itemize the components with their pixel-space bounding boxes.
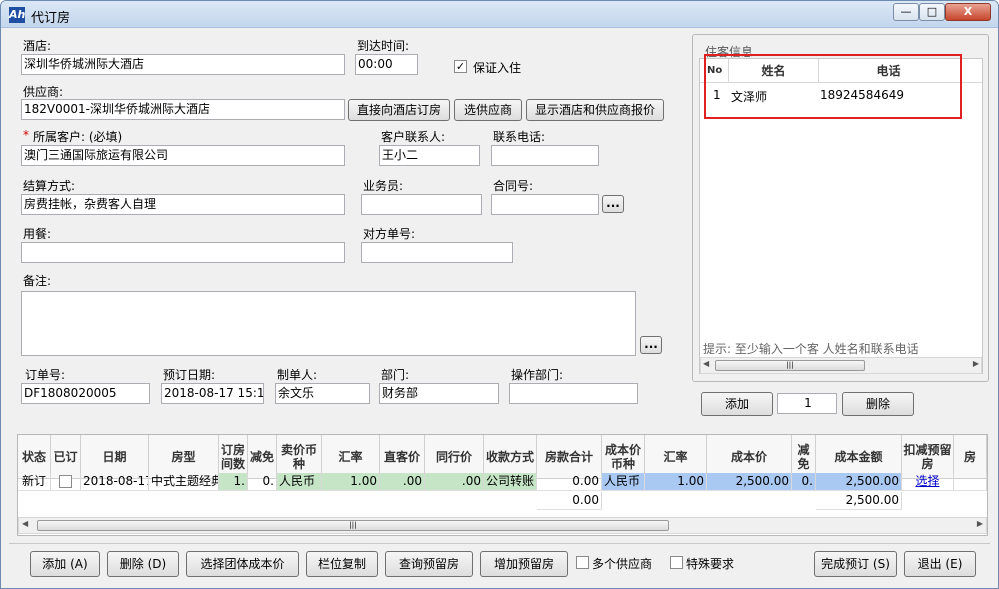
booking-date-input[interactable]: 2018-08-17 15:10 xyxy=(161,383,264,404)
guest-count-input[interactable]: 1 xyxy=(777,393,837,414)
op-dept-input[interactable] xyxy=(509,383,638,404)
footer-divider xyxy=(9,543,990,544)
meal-input[interactable] xyxy=(21,242,345,263)
contract-browse-button[interactable]: ... xyxy=(602,195,624,213)
supplier-input[interactable]: 182V0001-深圳华侨城洲际大酒店 xyxy=(21,99,345,120)
cell-cost-rate[interactable]: 1.00 xyxy=(645,473,707,491)
remark-label: 备注: xyxy=(23,274,52,288)
scroll-right-icon[interactable]: ▶ xyxy=(973,359,979,368)
guarantee-label: 保证入住 xyxy=(473,61,522,75)
booking-window: Ah 代订房 — □ X 酒店: 深圳华侨城洲际大酒店 到达时间: 00:00 … xyxy=(0,0,999,589)
sum-cost-amount: 2,500.00 xyxy=(816,492,902,510)
cell-cost-amount[interactable]: 2,500.00 xyxy=(816,473,902,491)
cell-date[interactable]: 2018-08-17 xyxy=(81,473,149,491)
cell-rate[interactable]: 1.00 xyxy=(322,473,380,491)
guest-hint: 提示: 至少输入一个客 人姓名和联系电话 xyxy=(703,342,919,356)
cell-booked[interactable] xyxy=(51,473,81,491)
maker-label: 制单人: xyxy=(277,368,318,382)
special-request-label: 特殊要求 xyxy=(686,557,735,571)
scroll-left-icon[interactable]: ◀ xyxy=(703,359,709,368)
phone-input[interactable] xyxy=(491,145,599,166)
guest-hscrollbar[interactable]: ◀ ||| ▶ xyxy=(700,357,982,374)
cell-total[interactable]: 0.00 xyxy=(537,473,602,491)
meal-label: 用餐: xyxy=(23,227,52,241)
phone-label: 联系电话: xyxy=(493,130,546,144)
booking-date-label: 预订日期: xyxy=(163,368,216,382)
required-mark: * xyxy=(23,128,29,142)
contract-label: 合同号: xyxy=(493,179,534,193)
sales-label: 业务员: xyxy=(363,179,404,193)
group-cost-button[interactable]: 选择团体成本价 xyxy=(186,551,299,577)
guarantee-checkbox[interactable]: ✓ xyxy=(454,60,467,73)
grid-hscrollbar[interactable]: ◀ ||| ▶ xyxy=(18,517,987,534)
cell-cost-currency[interactable]: 人民币 xyxy=(602,473,645,491)
customer-input[interactable]: 澳门三通国际旅运有限公司 xyxy=(21,145,345,166)
maker-input[interactable]: 余文乐 xyxy=(275,383,370,404)
supplier-label: 供应商: xyxy=(23,85,64,99)
settle-input[interactable]: 房费挂帐，杂费客人自理 xyxy=(21,194,345,215)
contact-label: 客户联系人: xyxy=(381,130,446,144)
window-title: 代订房 xyxy=(31,11,71,26)
multi-supplier-checkbox[interactable] xyxy=(576,556,589,569)
grid-scroll-thumb[interactable]: ||| xyxy=(37,520,669,531)
cell-payment[interactable]: 公司转账 xyxy=(484,473,537,491)
close-button[interactable]: X xyxy=(945,3,991,21)
counter-order-label: 对方单号: xyxy=(363,227,416,241)
cell-peer-price[interactable]: .00 xyxy=(425,473,484,491)
dept-input[interactable]: 财务部 xyxy=(379,383,499,404)
cell-reduce[interactable]: 0. xyxy=(248,473,277,491)
scroll-thumb[interactable]: ||| xyxy=(715,360,865,371)
counter-order-input[interactable] xyxy=(361,242,513,263)
multi-supplier-label: 多个供应商 xyxy=(592,557,653,571)
hotel-label: 酒店: xyxy=(23,39,52,53)
grid-scroll-right-icon[interactable]: ▶ xyxy=(977,519,983,528)
exit-button[interactable]: 退出 (E) xyxy=(904,551,976,577)
special-request-checkbox[interactable] xyxy=(670,556,683,569)
order-no-input[interactable]: DF1808020005 xyxy=(21,383,150,404)
cell-more[interactable] xyxy=(954,473,987,491)
cell-deduct-reserve-link[interactable]: 选择 xyxy=(902,473,954,491)
finish-booking-button[interactable]: 完成预订 (S) xyxy=(814,551,897,577)
minimize-button[interactable]: — xyxy=(893,3,919,21)
sum-total: 0.00 xyxy=(537,492,602,510)
cell-status[interactable]: 新订 xyxy=(18,473,51,491)
arrival-time-input[interactable]: 00:00 xyxy=(355,54,418,75)
title-bar: Ah 代订房 — □ X xyxy=(1,1,998,28)
cell-room-count[interactable]: 1. xyxy=(219,473,248,491)
maximize-button[interactable]: □ xyxy=(919,3,945,21)
add-row-button[interactable]: 添加 (A) xyxy=(30,551,100,577)
order-no-label: 订单号: xyxy=(25,368,66,382)
contact-input[interactable]: 王小二 xyxy=(379,145,480,166)
remark-textarea[interactable] xyxy=(21,291,636,356)
delete-row-button[interactable]: 删除 (D) xyxy=(107,551,179,577)
contract-input[interactable] xyxy=(491,194,599,215)
grid-scroll-left-icon[interactable]: ◀ xyxy=(22,519,28,528)
dept-label: 部门: xyxy=(381,368,410,382)
guest-delete-button[interactable]: 删除 xyxy=(842,392,914,416)
cell-room-type[interactable]: 中式主题经典 xyxy=(149,473,219,491)
app-logo-icon: Ah xyxy=(9,7,26,23)
cell-cost-reduce[interactable]: 0. xyxy=(792,473,816,491)
op-dept-label: 操作部门: xyxy=(511,368,564,382)
settle-label: 结算方式: xyxy=(23,179,76,193)
cell-cost-price[interactable]: 2,500.00 xyxy=(707,473,792,491)
booked-checkbox[interactable] xyxy=(59,475,72,488)
booking-grid[interactable]: 状态 已订 日期 房型 订房间数 减免 卖价币种 汇率 直客价 同行价 收款方式… xyxy=(17,434,988,536)
guest-highlight-box xyxy=(704,54,962,119)
remark-browse-button[interactable]: ... xyxy=(640,336,662,354)
query-reserve-button[interactable]: 查询预留房 xyxy=(385,551,473,577)
arrival-label: 到达时间: xyxy=(357,39,410,53)
add-reserve-button[interactable]: 增加预留房 xyxy=(480,551,568,577)
sales-input[interactable] xyxy=(361,194,482,215)
guest-add-button[interactable]: 添加 xyxy=(701,392,773,416)
customer-label: 所属客户: (必填) xyxy=(33,130,123,144)
choose-supplier-button[interactable]: 选供应商 xyxy=(454,99,522,121)
cell-sell-currency[interactable]: 人民币 xyxy=(277,473,322,491)
direct-hotel-booking-button[interactable]: 直接向酒店订房 xyxy=(348,99,450,121)
copy-column-button[interactable]: 栏位复制 xyxy=(306,551,378,577)
cell-direct-price[interactable]: .00 xyxy=(380,473,425,491)
show-price-button[interactable]: 显示酒店和供应商报价 xyxy=(526,99,664,121)
hotel-input[interactable]: 深圳华侨城洲际大酒店 xyxy=(21,54,345,75)
